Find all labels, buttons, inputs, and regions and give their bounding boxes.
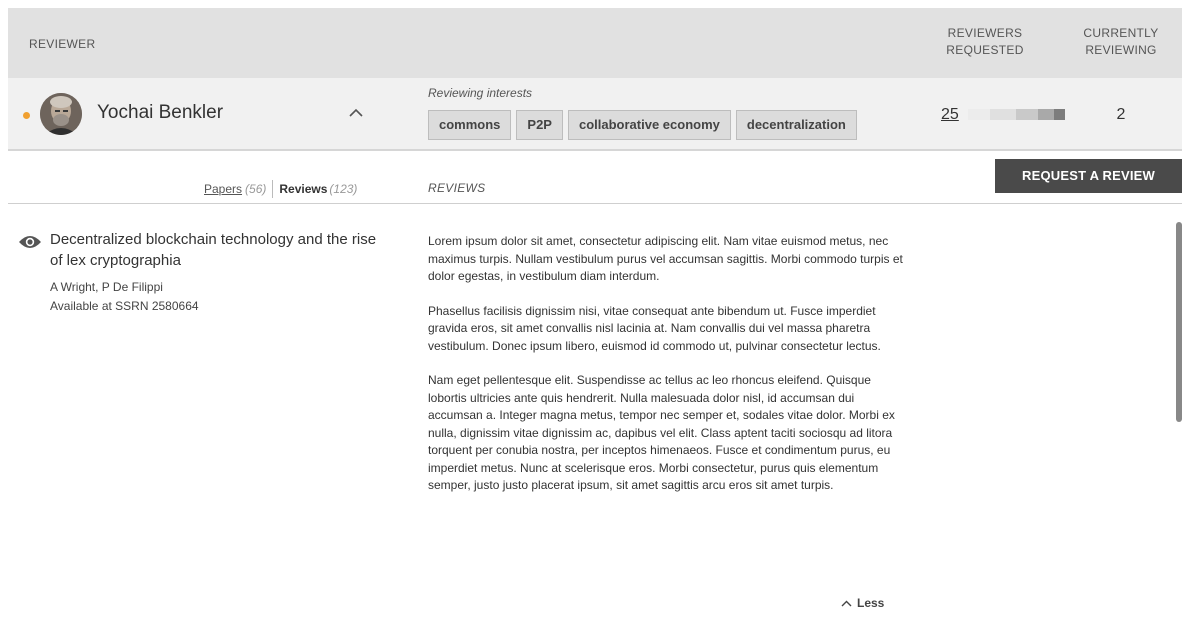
column-header-line: REVIEWERS (947, 26, 1023, 40)
reviewer-page: REVIEWER REVIEWERS REQUESTED CURRENTLY R… (8, 8, 1182, 622)
reviewers-requested-count[interactable]: 25 (941, 106, 959, 124)
review-paragraph: Nam eget pellentesque elit. Suspendisse … (428, 373, 895, 492)
tab-divider (272, 180, 274, 198)
currently-reviewing-count: 2 (1116, 106, 1126, 123)
paper-authors: A Wright, P De Filippi (50, 280, 163, 294)
tab-papers-label: Papers (204, 182, 243, 196)
tab-reviews-count: (123) (329, 182, 358, 196)
review-paragraph: Phasellus facilisis dignissim nisi, vita… (428, 303, 881, 353)
column-header-line: REQUESTED (946, 43, 1024, 57)
interest-tag[interactable]: decentralization (735, 110, 857, 140)
avatar (40, 93, 82, 135)
eye-icon[interactable] (18, 234, 42, 255)
interest-tags: commons P2P collaborative economy decent… (428, 110, 857, 140)
progress-segment (990, 109, 1016, 120)
interest-tag[interactable]: commons (428, 110, 512, 140)
column-header-line: REVIEWING (1085, 43, 1157, 57)
column-header-reviewer: REVIEWER (29, 37, 96, 51)
tab-papers[interactable]: Papers (204, 182, 242, 196)
paper-title[interactable]: Decentralized blockchain technology and … (50, 229, 390, 271)
status-dot (23, 112, 30, 119)
scrollbar[interactable] (1176, 222, 1182, 422)
request-review-button[interactable]: REQUEST A REVIEW (995, 159, 1182, 193)
progress-segment (1038, 109, 1054, 120)
interest-tag[interactable]: P2P (516, 110, 563, 140)
review-text: Lorem ipsum dolor sit amet, consectetur … (428, 233, 908, 512)
less-label: Less (857, 596, 885, 610)
person-photo-icon (40, 93, 82, 135)
less-toggle[interactable]: Less (841, 596, 884, 610)
reviewer-name[interactable]: Yochai Benkler (97, 102, 223, 124)
section-bar: Papers (56) Reviews (123) REVIEWS REQUES… (8, 151, 1182, 204)
column-header-line: CURRENTLY (1083, 26, 1159, 40)
table-header: REVIEWER REVIEWERS REQUESTED CURRENTLY R… (8, 8, 1182, 78)
requested-progress-bar (968, 109, 1065, 120)
tab-papers-count: (56) (245, 182, 267, 196)
chevron-up-icon (841, 600, 852, 606)
progress-segment (1054, 109, 1065, 120)
reviewer-row[interactable]: Yochai Benkler Reviewing interests commo… (8, 78, 1182, 151)
reviewing-interests-label: Reviewing interests (428, 86, 533, 100)
tab-group: Papers (56) Reviews (123) (204, 180, 357, 198)
paper-availability: Available at SSRN 2580664 (50, 299, 199, 313)
column-header-reviewers-requested: REVIEWERS REQUESTED (940, 25, 1030, 59)
progress-segment (1016, 109, 1038, 120)
interest-tag[interactable]: collaborative economy (567, 110, 731, 140)
reviews-section-label: REVIEWS (428, 181, 486, 195)
review-paragraph: Lorem ipsum dolor sit amet, consectetur … (428, 234, 903, 283)
column-header-currently-reviewing: CURRENTLY REVIEWING (1066, 25, 1176, 59)
tab-reviews[interactable]: Reviews (279, 182, 327, 196)
chevron-up-icon[interactable] (346, 102, 366, 122)
